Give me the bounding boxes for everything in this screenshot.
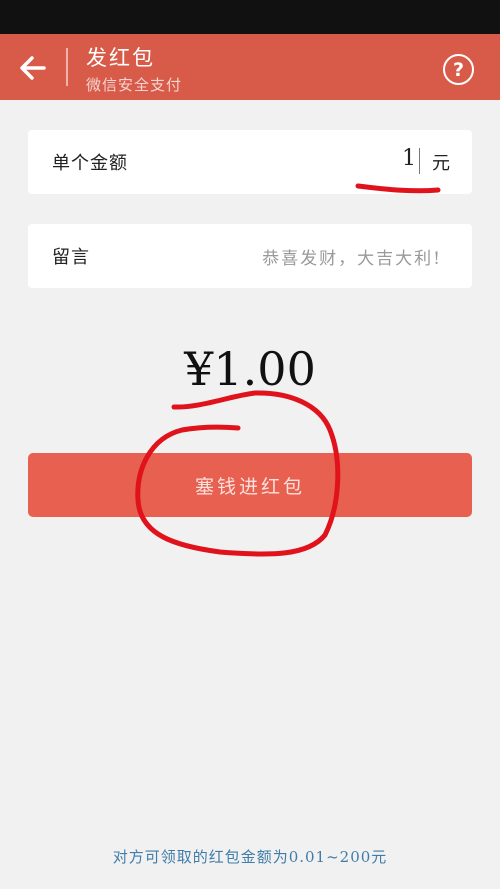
message-input[interactable]: 恭喜发财，大吉大利! (262, 244, 442, 269)
message-label: 留言 (52, 247, 90, 268)
amount-input[interactable]: 1 (402, 146, 416, 171)
page-subtitle: 微信安全支付 (86, 76, 183, 94)
amount-unit: 元 (432, 153, 450, 174)
back-arrow-icon (20, 56, 46, 80)
help-icon: ? (452, 58, 465, 81)
app-header: 发红包 微信安全支付 ? (0, 34, 500, 100)
page-title: 发红包 (86, 46, 155, 70)
text-cursor (419, 148, 420, 174)
status-bar (0, 0, 500, 34)
back-button[interactable] (14, 48, 54, 88)
message-card[interactable]: 留言 恭喜发财，大吉大利! (28, 224, 472, 288)
header-divider (66, 48, 68, 86)
amount-card[interactable]: 单个金额 1 元 (28, 130, 472, 194)
total-amount: ¥1.00 (184, 342, 316, 396)
submit-button[interactable]: 塞钱进红包 (28, 453, 472, 517)
help-button[interactable]: ? (443, 54, 474, 85)
amount-label: 单个金额 (52, 153, 128, 174)
submit-button-label: 塞钱进红包 (194, 475, 305, 498)
footer-note: 对方可领取的红包金额为0.01~200元 (112, 848, 388, 866)
